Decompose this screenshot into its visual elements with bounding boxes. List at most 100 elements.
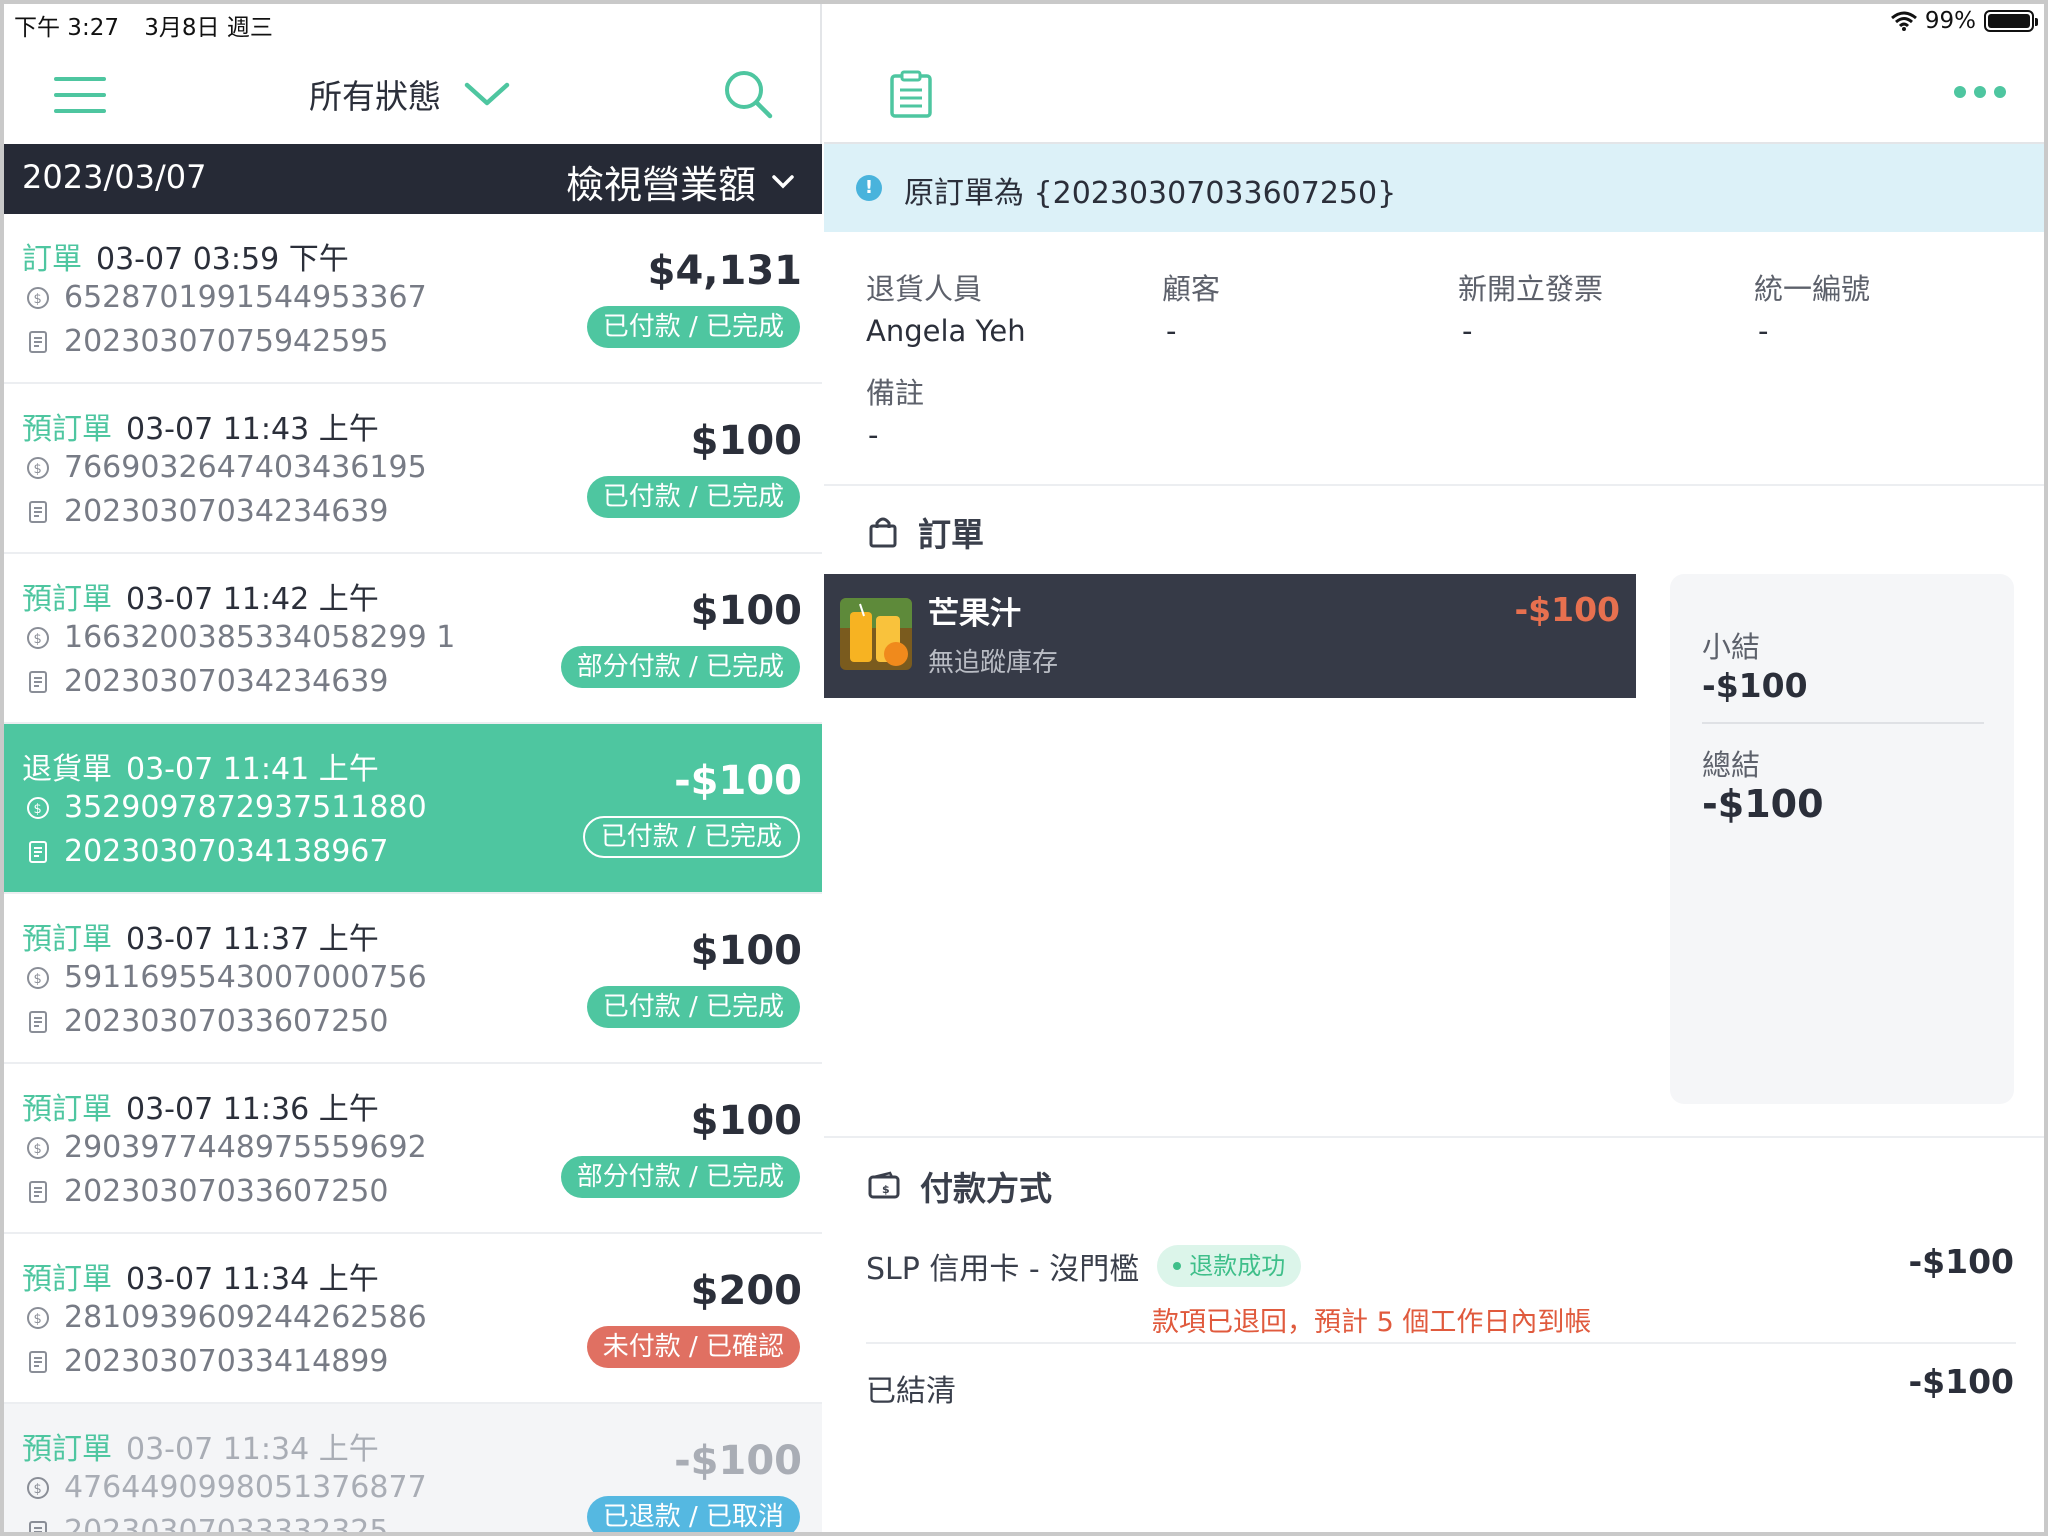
order-time: 03-07 11:34 上午: [126, 1432, 379, 1467]
order-number: 20230307034138967: [64, 834, 389, 869]
svg-text:$: $: [34, 292, 42, 307]
dollar-circle-icon: $: [27, 966, 49, 989]
status-filter-label: 所有狀態: [309, 77, 441, 116]
dollar-circle-icon: $: [27, 796, 49, 819]
receipt-icon: [29, 1520, 47, 1532]
order-amount: $4,131: [647, 248, 802, 294]
payment-method-row: SLP 信用卡 - 沒門檻 退款成功: [866, 1244, 1302, 1288]
order-type: 退貨單: [22, 752, 112, 787]
tax-id-value: -: [1758, 314, 1769, 348]
more-icon[interactable]: [1954, 86, 2006, 98]
order-time: 03-07 11:37 上午: [126, 922, 379, 957]
status-badge: 已退款 / 已取消: [586, 1496, 800, 1532]
settled-amount: -$100: [1908, 1362, 2014, 1401]
svg-text:$: $: [34, 1482, 42, 1497]
order-time: 03-07 11:36 上午: [126, 1092, 379, 1127]
chevron-down-icon: [464, 82, 510, 106]
order-number: 20230307033332325: [64, 1514, 389, 1536]
order-row[interactable]: 訂單 03-07 03:59 下午 $6528701991544953367 2023…: [4, 214, 822, 384]
order-list: 訂單 03-07 03:59 下午 $6528701991544953367 2023…: [4, 214, 822, 1536]
order-amount: $100: [690, 588, 802, 634]
order-section-header: 訂單: [868, 508, 984, 556]
wallet-icon: $: [868, 1171, 900, 1199]
order-row[interactable]: 預訂單 03-07 11:36 上午 $2903977448975559692 202…: [4, 1064, 822, 1234]
order-time: 03-07 03:59 下午: [96, 242, 349, 277]
notice-text: 原訂單為 {20230307033607250}: [904, 176, 1397, 211]
dollar-circle-icon: $: [27, 1306, 49, 1329]
order-time: 03-07 11:43 上午: [126, 412, 379, 447]
note-value: -: [868, 418, 879, 452]
svg-text:$: $: [34, 462, 42, 477]
order-type: 預訂單: [22, 582, 112, 617]
order-detail-pane: ! 原訂單為 {20230307033607250} 退貨人員 Angela Y…: [824, 4, 2044, 1532]
order-type: 預訂單: [22, 1432, 112, 1467]
status-filter-dropdown[interactable]: 所有狀態: [309, 70, 511, 118]
customer-label: 顧客: [1162, 272, 1221, 306]
order-row[interactable]: 預訂單 03-07 11:42 上午 $1663200385334058299 1 2…: [4, 554, 822, 724]
receipt-icon: [29, 670, 47, 693]
order-type: 預訂單: [22, 1262, 112, 1297]
payment-id: 1663200385334058299 1: [64, 620, 456, 655]
status-badge: 已付款 / 已完成: [586, 306, 800, 348]
bag-icon: [869, 517, 897, 548]
date-bar: 2023/03/07 檢視營業額: [4, 144, 822, 214]
customer-value: -: [1166, 314, 1177, 348]
svg-text:$: $: [34, 632, 42, 647]
payment-id: 2903977448975559692: [64, 1130, 427, 1165]
dollar-circle-icon: $: [27, 286, 49, 309]
order-item-row[interactable]: 芒果汁 無追蹤庫存 -$100: [824, 574, 1636, 698]
svg-text:$: $: [34, 1142, 42, 1157]
note-label: 備註: [866, 376, 925, 410]
list-date: 2023/03/07: [22, 158, 207, 196]
refund-note: 款項已退回，預計 5 個工作日內到帳: [1152, 1307, 1592, 1338]
order-row[interactable]: 預訂單 03-07 11:34 上午 $4764490998051376877 202…: [4, 1404, 822, 1536]
order-row[interactable]: 預訂單 03-07 11:37 上午 $5911695543007000756 202…: [4, 894, 822, 1064]
order-row[interactable]: 退貨單 03-07 11:41 上午 $3529097872937511880 202…: [4, 724, 822, 894]
order-amount: $100: [690, 418, 802, 464]
order-row[interactable]: 預訂單 03-07 11:34 上午 $2810939609244262586 202…: [4, 1234, 822, 1404]
order-list-pane: 所有狀態 2023/03/07 檢視營業額 訂單 03-07 03:59 下午 $6…: [4, 4, 822, 1536]
summary-card: 小結 -$100 總結 -$100: [1670, 574, 2014, 1104]
order-row[interactable]: 預訂單 03-07 11:43 上午 $7669032647403436195 202…: [4, 384, 822, 554]
search-icon[interactable]: [722, 68, 774, 120]
order-time: 03-07 11:42 上午: [126, 582, 379, 617]
order-time: 03-07 11:34 上午: [126, 1262, 379, 1297]
status-badge: 未付款 / 已確認: [586, 1326, 800, 1368]
item-stock-note: 無追蹤庫存: [928, 648, 1059, 678]
order-amount: -$100: [674, 758, 802, 804]
view-revenue-label: 檢視營業額: [565, 163, 756, 207]
order-number: 20230307075942595: [64, 324, 389, 359]
app-window: 下午 3:27 3月8日 週三 99% 所有狀態 2023/03/07 檢視營業…: [0, 0, 2048, 1536]
order-number: 20230307033414899: [64, 1344, 389, 1379]
payment-section-title: 付款方式: [920, 1169, 1052, 1208]
order-amount: $100: [690, 928, 802, 974]
payment-id: 3529097872937511880: [64, 790, 427, 825]
invoice-value: -: [1462, 314, 1473, 348]
receipt-icon: [29, 1180, 47, 1203]
receipt-icon: [29, 1350, 47, 1373]
tax-id-label: 統一編號: [1754, 272, 1871, 306]
settled-label: 已結清: [866, 1374, 956, 1409]
view-revenue-button[interactable]: 檢視營業額: [566, 154, 794, 209]
payment-method: SLP 信用卡 - 沒門檻: [866, 1252, 1140, 1287]
dollar-circle-icon: $: [27, 1136, 49, 1159]
item-price: -$100: [1514, 590, 1620, 629]
dollar-circle-icon: $: [27, 456, 49, 479]
left-toolbar: 所有狀態: [4, 42, 822, 144]
payment-id: 6528701991544953367: [64, 280, 427, 315]
payment-section-header: $ 付款方式: [868, 1162, 1052, 1210]
svg-text:$: $: [34, 1312, 42, 1327]
menu-icon[interactable]: [54, 77, 106, 113]
order-section-title: 訂單: [918, 515, 984, 554]
item-name: 芒果汁: [928, 596, 1021, 632]
clipboard-icon[interactable]: [886, 70, 936, 120]
chevron-down-icon: [772, 174, 794, 188]
order-type: 預訂單: [22, 412, 112, 447]
order-number: 20230307034234639: [64, 664, 389, 699]
dollar-circle-icon: $: [27, 626, 49, 649]
receipt-icon: [29, 1010, 47, 1033]
refund-staff-value: Angela Yeh: [866, 314, 1026, 348]
status-badge: 部分付款 / 已完成: [560, 1156, 800, 1198]
order-time: 03-07 11:41 上午: [126, 752, 379, 787]
order-type: 預訂單: [22, 922, 112, 957]
